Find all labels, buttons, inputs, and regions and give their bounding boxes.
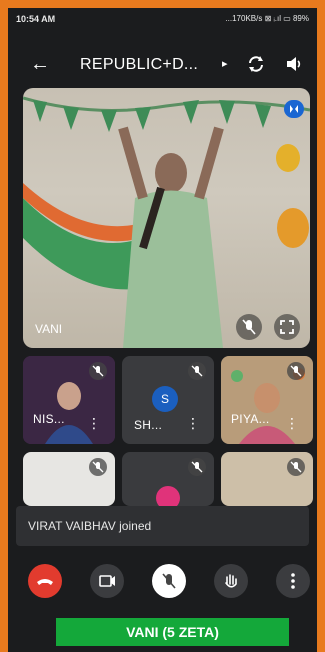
end-call-button[interactable] bbox=[28, 564, 62, 598]
mic-off-icon bbox=[236, 314, 262, 340]
app-bar: ← REPUBLIC+D... ▸ bbox=[8, 48, 317, 84]
mic-off-icon bbox=[89, 362, 107, 380]
more-options-button[interactable] bbox=[276, 564, 310, 598]
video-frame bbox=[23, 126, 309, 348]
status-bar: 10:54 AM ...170KB/s ⊠ ᵢ.ıl ▭ 89% bbox=[8, 8, 317, 30]
pin-icon[interactable] bbox=[284, 100, 304, 118]
avatar bbox=[156, 486, 180, 506]
caret-icon[interactable]: ▸ bbox=[222, 57, 228, 70]
call-controls bbox=[8, 560, 317, 610]
raise-hand-button[interactable] bbox=[214, 564, 248, 598]
participant-tile[interactable] bbox=[23, 452, 115, 506]
participant-tile[interactable]: PIYA... ⋮ bbox=[221, 356, 313, 444]
speaker-icon[interactable] bbox=[285, 54, 303, 74]
main-video-tile[interactable]: VANI bbox=[23, 88, 310, 348]
join-notification: VIRAT VAIBHAV joined bbox=[16, 506, 309, 546]
participant-tile[interactable] bbox=[221, 452, 313, 506]
meet-screen: 10:54 AM ...170KB/s ⊠ ᵢ.ıl ▭ 89% ← REPUB… bbox=[8, 8, 317, 652]
participant-tile[interactable]: S SH... ⋮ bbox=[122, 356, 214, 444]
participant-label: VANI bbox=[35, 322, 63, 336]
participant-label: NIS... bbox=[33, 412, 65, 426]
participant-label: PIYA... bbox=[231, 412, 270, 426]
participant-label: SH... bbox=[134, 418, 163, 432]
participant-tile[interactable] bbox=[122, 452, 214, 506]
mic-off-icon bbox=[188, 362, 206, 380]
mic-off-icon bbox=[287, 362, 305, 380]
mic-off-icon bbox=[287, 458, 305, 476]
more-vert-icon[interactable]: ⋮ bbox=[186, 416, 200, 430]
mic-off-icon bbox=[89, 458, 107, 476]
back-arrow-icon[interactable]: ← bbox=[30, 54, 50, 74]
camera-switch-icon[interactable] bbox=[246, 54, 266, 74]
status-indicators: ...170KB/s ⊠ ᵢ.ıl ▭ 89% bbox=[225, 14, 309, 23]
more-vert-icon[interactable]: ⋮ bbox=[285, 416, 299, 430]
status-time: 10:54 AM bbox=[16, 14, 56, 24]
more-vert-icon[interactable]: ⋮ bbox=[87, 416, 101, 430]
meeting-title[interactable]: REPUBLIC+D... bbox=[80, 56, 198, 74]
mic-toggle-button[interactable] bbox=[152, 564, 186, 598]
fullscreen-icon[interactable] bbox=[274, 314, 300, 340]
mic-off-icon bbox=[188, 458, 206, 476]
name-caption: VANI (5 ZETA) bbox=[56, 618, 289, 646]
participant-tile[interactable]: NIS... ⋮ bbox=[23, 356, 115, 444]
video-toggle-button[interactable] bbox=[90, 564, 124, 598]
avatar: S bbox=[152, 386, 178, 412]
